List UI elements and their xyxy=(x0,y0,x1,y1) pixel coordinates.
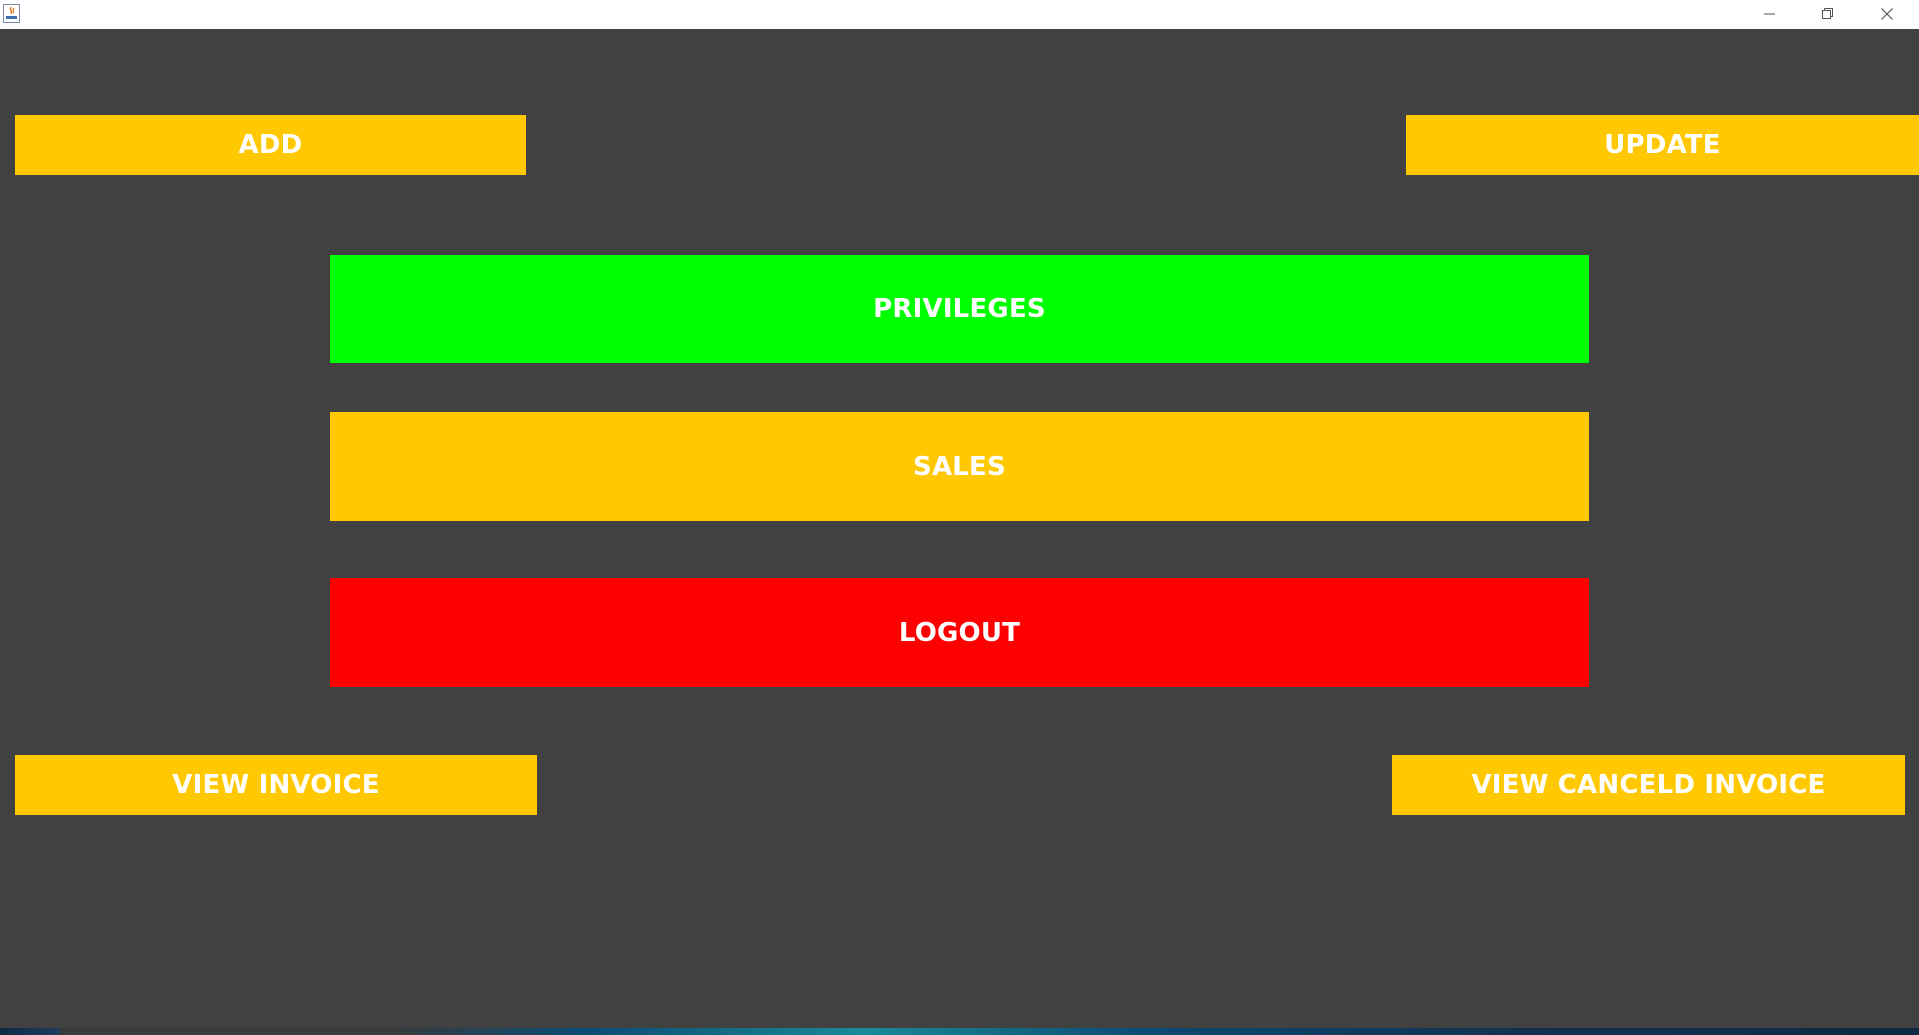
close-button[interactable] xyxy=(1858,0,1916,29)
logout-button[interactable]: LOGOUT xyxy=(330,578,1589,687)
logout-button-label: LOGOUT xyxy=(898,617,1021,648)
view-invoice-button[interactable]: VIEW INVOICE xyxy=(15,755,537,815)
close-icon xyxy=(1881,5,1893,24)
restore-icon xyxy=(1822,5,1834,24)
view-canceled-invoice-button-label: VIEW CANCELD INVOICE xyxy=(1471,770,1826,800)
view-invoice-button-label: VIEW INVOICE xyxy=(172,770,380,800)
sales-button[interactable]: SALES xyxy=(330,412,1589,521)
main-panel: ADD UPDATE PRIVILEGES SALES LOGOUT VIEW … xyxy=(0,29,1919,1028)
add-button[interactable]: ADD xyxy=(15,115,526,175)
privileges-button[interactable]: PRIVILEGES xyxy=(330,255,1589,363)
restore-button[interactable] xyxy=(1799,0,1857,29)
view-canceled-invoice-button[interactable]: VIEW CANCELD INVOICE xyxy=(1392,755,1905,815)
minimize-button[interactable] xyxy=(1741,0,1799,29)
update-button[interactable]: UPDATE xyxy=(1406,115,1919,175)
desktop-taskbar-strip xyxy=(0,1028,1919,1035)
sales-button-label: SALES xyxy=(913,451,1006,482)
update-button-label: UPDATE xyxy=(1604,130,1721,160)
minimize-icon xyxy=(1764,5,1776,24)
privileges-button-label: PRIVILEGES xyxy=(873,294,1046,324)
add-button-label: ADD xyxy=(238,130,303,160)
title-bar xyxy=(0,0,1919,29)
java-app-icon[interactable] xyxy=(3,4,20,23)
